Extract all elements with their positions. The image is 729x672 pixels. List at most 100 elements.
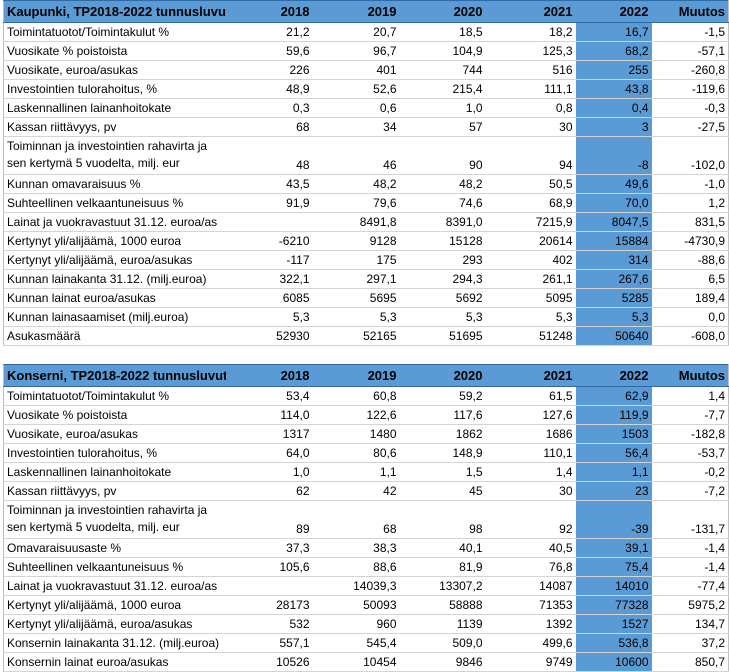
cell-2019: 34 [312, 117, 400, 137]
cell-2022: 5,3 [575, 307, 652, 327]
cell-2019: 545,4 [312, 633, 400, 653]
cell-2021: 516 [485, 60, 576, 80]
row-label: Kunnan lainasaamiset (milj.euroa) [3, 307, 226, 327]
table-row: Lainat ja vuokravastuut 31.12. euroa/as 1… [3, 576, 729, 596]
column-header-2022: 2022 [575, 364, 652, 387]
table-row: Kertynyt yli/alijäämä, 1000 euroa 28173 50… [3, 595, 729, 615]
cell-muutos: -182,8 [651, 424, 729, 444]
cell-2021: 61,5 [485, 386, 576, 406]
cell-2019: 401 [312, 60, 400, 80]
cell-2020: 98 [399, 500, 486, 539]
cell-2019: 14039,3 [312, 576, 400, 596]
cell-2021: 7215,9 [485, 212, 576, 232]
cell-2021: 261,1 [485, 269, 576, 289]
column-header-2018: 2018 [225, 364, 313, 387]
table-row: Kertynyt yli/alijäämä, 1000 euroa -6210 91… [3, 231, 729, 251]
cell-2022: -39 [575, 500, 652, 539]
cell-2021: 402 [485, 250, 576, 270]
cell-2021: 1686 [485, 424, 576, 444]
cell-2022: 314 [575, 250, 652, 270]
cell-2020: 104,9 [399, 41, 486, 61]
cell-2021: 30 [485, 117, 576, 137]
cell-2018: -6210 [225, 231, 313, 251]
cell-2022: 536,8 [575, 633, 652, 653]
cell-2019: 175 [312, 250, 400, 270]
cell-2018: 6085 [225, 288, 313, 308]
cell-2020: 1862 [399, 424, 486, 444]
table-row: Kassan riittävyys, pv 62 42 45 30 23 -7,2 [3, 481, 729, 501]
cell-muutos: -7,7 [651, 405, 729, 425]
column-header-muutos: Muutos [651, 0, 729, 23]
cell-2021: 111,1 [485, 79, 576, 99]
cell-muutos: -1,5 [651, 22, 729, 42]
cell-2018: 1317 [225, 424, 313, 444]
row-label: Konsernin lainat euroa/asukas [3, 652, 226, 672]
cell-muutos: 6,5 [651, 269, 729, 289]
cell-2019: 60,8 [312, 386, 400, 406]
cell-2018: 10526 [225, 652, 313, 672]
cell-2019: 960 [312, 614, 400, 634]
section-title: Konserni, TP2018-2022 tunnusluvut [3, 364, 226, 387]
cell-2021: 5095 [485, 288, 576, 308]
cell-2022: 267,6 [575, 269, 652, 289]
row-label: Omavaraisuusaste % [3, 538, 226, 558]
cell-2018: 532 [225, 614, 313, 634]
cell-2021: 20614 [485, 231, 576, 251]
cell-2018: 226 [225, 60, 313, 80]
cell-2018 [225, 212, 313, 232]
cell-2021: 0,8 [485, 98, 576, 118]
cell-2022: 39,1 [575, 538, 652, 558]
table-row: Vuosikate, euroa/asukas 226 401 744 516 255 -2… [3, 60, 729, 80]
cell-2021: 76,8 [485, 557, 576, 577]
cell-2020: 81,9 [399, 557, 486, 577]
cell-2020: 59,2 [399, 386, 486, 406]
cell-2019: 88,6 [312, 557, 400, 577]
cell-2019: 1,1 [312, 462, 400, 482]
row-label: Investointien tulorahoitus, % [3, 79, 226, 99]
cell-2021: 94 [485, 136, 576, 175]
cell-2018: 68 [225, 117, 313, 137]
cell-2021: 1,4 [485, 462, 576, 482]
cell-2022: 1503 [575, 424, 652, 444]
cell-2020: 509,0 [399, 633, 486, 653]
row-label: Lainat ja vuokravastuut 31.12. euroa/as [3, 576, 226, 596]
cell-muutos: 1,2 [651, 193, 729, 213]
cell-2022: 5285 [575, 288, 652, 308]
row-label: Toimintatuotot/Toimintakulut % [3, 22, 226, 42]
cell-2021: 5,3 [485, 307, 576, 327]
cell-2022: 8047,5 [575, 212, 652, 232]
table-row: Kunnan lainakanta 31.12. (milj.euroa) 322… [3, 269, 729, 289]
cell-2020: 40,1 [399, 538, 486, 558]
cell-2020: 744 [399, 60, 486, 80]
cell-2022: 0,4 [575, 98, 652, 118]
cell-2020: 13307,2 [399, 576, 486, 596]
cell-2018: 53,4 [225, 386, 313, 406]
column-header-2020: 2020 [399, 0, 486, 23]
cell-2018: 28173 [225, 595, 313, 615]
cell-2018: 89 [225, 500, 313, 539]
cell-2019: 5,3 [312, 307, 400, 327]
row-label: Kunnan lainakanta 31.12. (milj.euroa) [3, 269, 226, 289]
cell-2018: 1,0 [225, 462, 313, 482]
cell-2020: 51695 [399, 326, 486, 346]
cell-2020: 1,5 [399, 462, 486, 482]
cell-2022: -8 [575, 136, 652, 175]
cell-2022: 70,0 [575, 193, 652, 213]
column-header-2019: 2019 [312, 0, 400, 23]
cell-2019: 38,3 [312, 538, 400, 558]
cell-2020: 58888 [399, 595, 486, 615]
table-row: Investointien tulorahoitus, % 64,0 80,6 148… [3, 443, 729, 463]
row-label: Vuosikate, euroa/asukas [3, 424, 226, 444]
cell-muutos: 134,7 [651, 614, 729, 634]
cell-2018: 114,0 [225, 405, 313, 425]
cell-2021: 14087 [485, 576, 576, 596]
table-row: Toiminnan ja investointien rahavirta ja … [3, 500, 729, 539]
cell-2019: 46 [312, 136, 400, 175]
cell-muutos: -88,6 [651, 250, 729, 270]
cell-2021: 1392 [485, 614, 576, 634]
table-row: Toiminnan ja investointien rahavirta ja … [3, 136, 729, 175]
cell-2022: 68,2 [575, 41, 652, 61]
cell-2022: 3 [575, 117, 652, 137]
table-row: Vuosikate % poistoista 114,0 122,6 117,6 127… [3, 405, 729, 425]
cell-2022: 119,9 [575, 405, 652, 425]
